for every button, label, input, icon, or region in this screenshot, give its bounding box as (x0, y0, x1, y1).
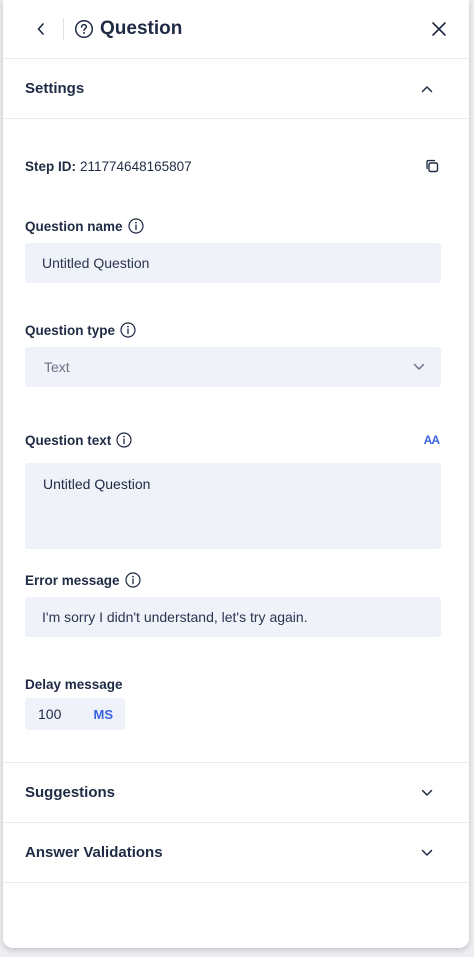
question-text-label: Question text (25, 432, 112, 448)
question-text-label-row: Question text AA (25, 430, 441, 450)
question-text-textarea[interactable]: Untitled Question (25, 463, 441, 549)
info-icon[interactable] (124, 572, 141, 588)
question-type-group: Question type Text (25, 320, 441, 387)
question-panel: Question Settings Step ID: 2117746481658… (3, 0, 469, 948)
answer-validations-section-header[interactable]: Answer Validations (3, 823, 469, 883)
question-name-group: Question name Untitled Question (25, 216, 441, 283)
chevron-left-icon (37, 23, 44, 35)
settings-body: Step ID: 211774648165807 Question name U… (3, 156, 469, 730)
delay-unit: MS (93, 706, 114, 722)
copy-step-id-button[interactable] (423, 157, 441, 175)
settings-bottom-divider (3, 730, 469, 763)
delay-message-group: Delay message 100 MS (25, 674, 441, 730)
panel-title: Question (100, 18, 183, 39)
question-type-label: Question type (25, 322, 116, 338)
question-name-label: Question name (25, 218, 123, 234)
answer-validations-section-title: Answer Validations (25, 844, 163, 861)
error-message-group: Error message I'm sorry I didn't underst… (25, 570, 441, 637)
close-button[interactable] (427, 17, 451, 41)
chevron-up-icon (421, 85, 433, 92)
error-message-label: Error message (25, 572, 120, 588)
question-name-input[interactable]: Untitled Question (25, 243, 441, 283)
question-text-group: Question text AA Untitled Question (25, 430, 441, 549)
error-message-input[interactable]: I'm sorry I didn't understand, let's try… (25, 597, 441, 637)
info-icon[interactable] (116, 432, 132, 448)
font-settings-button[interactable]: AA (424, 433, 440, 447)
delay-message-label: Delay message (25, 676, 123, 692)
close-icon (432, 22, 446, 36)
step-id-row: Step ID: 211774648165807 (25, 156, 441, 176)
delay-message-input[interactable]: 100 MS (25, 698, 125, 730)
copy-icon (426, 159, 439, 173)
help-circle-icon (74, 19, 94, 39)
delay-value: 100 (38, 706, 62, 722)
chevron-down-icon (421, 789, 433, 796)
settings-section-header[interactable]: Settings (3, 59, 469, 119)
step-id-label: Step ID: (25, 158, 77, 174)
chevron-down-icon (421, 849, 433, 856)
error-message-label-row: Error message (25, 570, 441, 590)
info-icon[interactable] (127, 218, 144, 234)
info-icon[interactable] (120, 322, 136, 338)
question-type-value: Text (44, 359, 70, 375)
suggestions-section-title: Suggestions (25, 784, 116, 801)
header-divider (63, 18, 64, 40)
step-id-value: 211774648165807 (80, 158, 192, 174)
question-name-label-row: Question name (25, 216, 441, 236)
suggestions-section-header[interactable]: Suggestions (3, 763, 469, 823)
question-type-select[interactable]: Text (25, 347, 441, 387)
question-type-label-row: Question type (25, 320, 441, 340)
back-button[interactable] (33, 19, 49, 39)
chevron-down-icon (413, 363, 425, 370)
panel-header: Question (3, 0, 469, 59)
settings-section-title: Settings (25, 80, 85, 97)
